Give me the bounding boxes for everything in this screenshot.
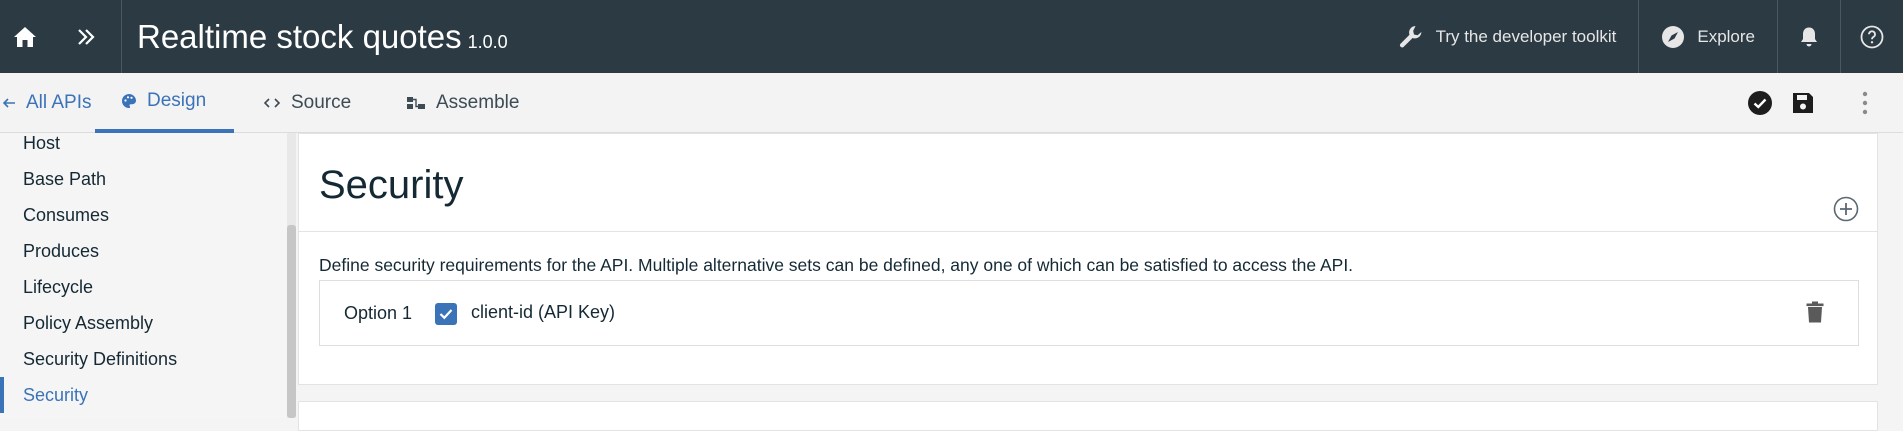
expand-nav-button[interactable] bbox=[50, 0, 122, 73]
save-button[interactable] bbox=[1783, 73, 1823, 133]
sidebar-item-label: Policy Assembly bbox=[23, 312, 154, 333]
wrench-icon bbox=[1399, 25, 1421, 47]
all-apis-link[interactable]: All APIs bbox=[2, 73, 91, 133]
delete-option-button[interactable] bbox=[1806, 301, 1824, 328]
sidebar-item-label: Host bbox=[23, 133, 61, 153]
home-button[interactable] bbox=[0, 0, 50, 73]
sidebar-item-label: Lifecycle bbox=[23, 276, 94, 297]
tab-assemble[interactable]: Assemble bbox=[406, 73, 519, 133]
bell-icon bbox=[1801, 27, 1817, 46]
explore-button[interactable]: Explore bbox=[1639, 0, 1777, 73]
code-icon bbox=[263, 98, 281, 108]
sidebar-list: Host Base Path Consumes Produces Lifecyc… bbox=[0, 133, 285, 413]
api-title: Realtime stock quotes bbox=[137, 17, 462, 55]
sidebar-item-lifecycle[interactable]: Lifecycle bbox=[0, 269, 285, 305]
palette-icon bbox=[122, 94, 136, 108]
sidebar-item-label: Produces bbox=[23, 240, 100, 261]
tab-assemble-label: Assemble bbox=[436, 92, 520, 113]
sidebar-item-policy-assembly[interactable]: Policy Assembly bbox=[0, 305, 285, 341]
checkmark-icon bbox=[439, 309, 453, 320]
sidebar-item-label: Security Definitions bbox=[23, 348, 178, 369]
design-sidebar: Host Base Path Consumes Produces Lifecyc… bbox=[0, 133, 296, 418]
editor-tabs-bar: All APIs Design Source Assemble bbox=[0, 73, 1903, 133]
home-icon bbox=[14, 26, 36, 47]
save-icon bbox=[1793, 93, 1813, 113]
explore-label: Explore bbox=[1697, 26, 1755, 46]
section-description: Define security requirements for the API… bbox=[319, 255, 1354, 275]
developer-toolkit-button[interactable]: Try the developer toolkit bbox=[1376, 0, 1639, 73]
validate-button[interactable] bbox=[1740, 73, 1780, 133]
tab-source[interactable]: Source bbox=[263, 73, 351, 133]
all-apis-label: All APIs bbox=[26, 92, 92, 113]
notifications-button[interactable] bbox=[1778, 0, 1840, 73]
help-icon bbox=[1860, 25, 1884, 48]
sidebar-item-host[interactable]: Host bbox=[0, 133, 285, 161]
add-circle-icon bbox=[1833, 196, 1859, 222]
tab-source-label: Source bbox=[291, 92, 352, 113]
sidebar-item-label: Consumes bbox=[23, 204, 110, 225]
overflow-menu-button[interactable] bbox=[1845, 73, 1885, 133]
section-title: Security bbox=[319, 163, 464, 207]
add-security-option-button[interactable] bbox=[1833, 196, 1859, 227]
compass-icon bbox=[1662, 25, 1685, 48]
overflow-menu-icon bbox=[1862, 91, 1868, 115]
requirement-checkbox[interactable] bbox=[435, 303, 457, 325]
security-section: Security Define security requirements fo… bbox=[298, 133, 1878, 385]
arrow-left-icon bbox=[2, 98, 15, 108]
page-title: Realtime stock quotes 1.0.0 bbox=[137, 18, 508, 56]
toolkit-label: Try the developer toolkit bbox=[1435, 26, 1617, 46]
sidebar-item-label: Security bbox=[23, 384, 89, 405]
sidebar-item-base-path[interactable]: Base Path bbox=[0, 161, 285, 197]
security-option-row: Option 1 client-id (API Key) bbox=[319, 280, 1859, 346]
double-chevron-right-icon bbox=[77, 28, 95, 45]
tab-design[interactable]: Design bbox=[95, 73, 234, 133]
help-button[interactable] bbox=[1841, 0, 1903, 73]
sidebar-item-consumes[interactable]: Consumes bbox=[0, 197, 285, 233]
option-label: Option 1 bbox=[344, 303, 413, 323]
tab-design-label: Design bbox=[147, 90, 207, 111]
sidebar-item-security[interactable]: Security bbox=[0, 377, 285, 413]
scrollbar-thumb[interactable] bbox=[287, 225, 296, 418]
sidebar-item-security-definitions[interactable]: Security Definitions bbox=[0, 341, 285, 377]
api-version: 1.0.0 bbox=[467, 31, 508, 52]
top-header: Realtime stock quotes 1.0.0 Try the devel… bbox=[0, 0, 1903, 73]
requirement-label: client-id (API Key) bbox=[471, 302, 616, 322]
check-circle-icon bbox=[1748, 91, 1772, 115]
section-header: Security bbox=[299, 134, 1877, 232]
sidebar-item-label: Base Path bbox=[23, 168, 107, 189]
sidebar-item-produces[interactable]: Produces bbox=[0, 233, 285, 269]
assemble-icon bbox=[407, 97, 425, 109]
sidebar-scrollbar[interactable] bbox=[287, 133, 296, 418]
next-section-card bbox=[298, 401, 1878, 431]
trash-icon bbox=[1806, 301, 1824, 323]
